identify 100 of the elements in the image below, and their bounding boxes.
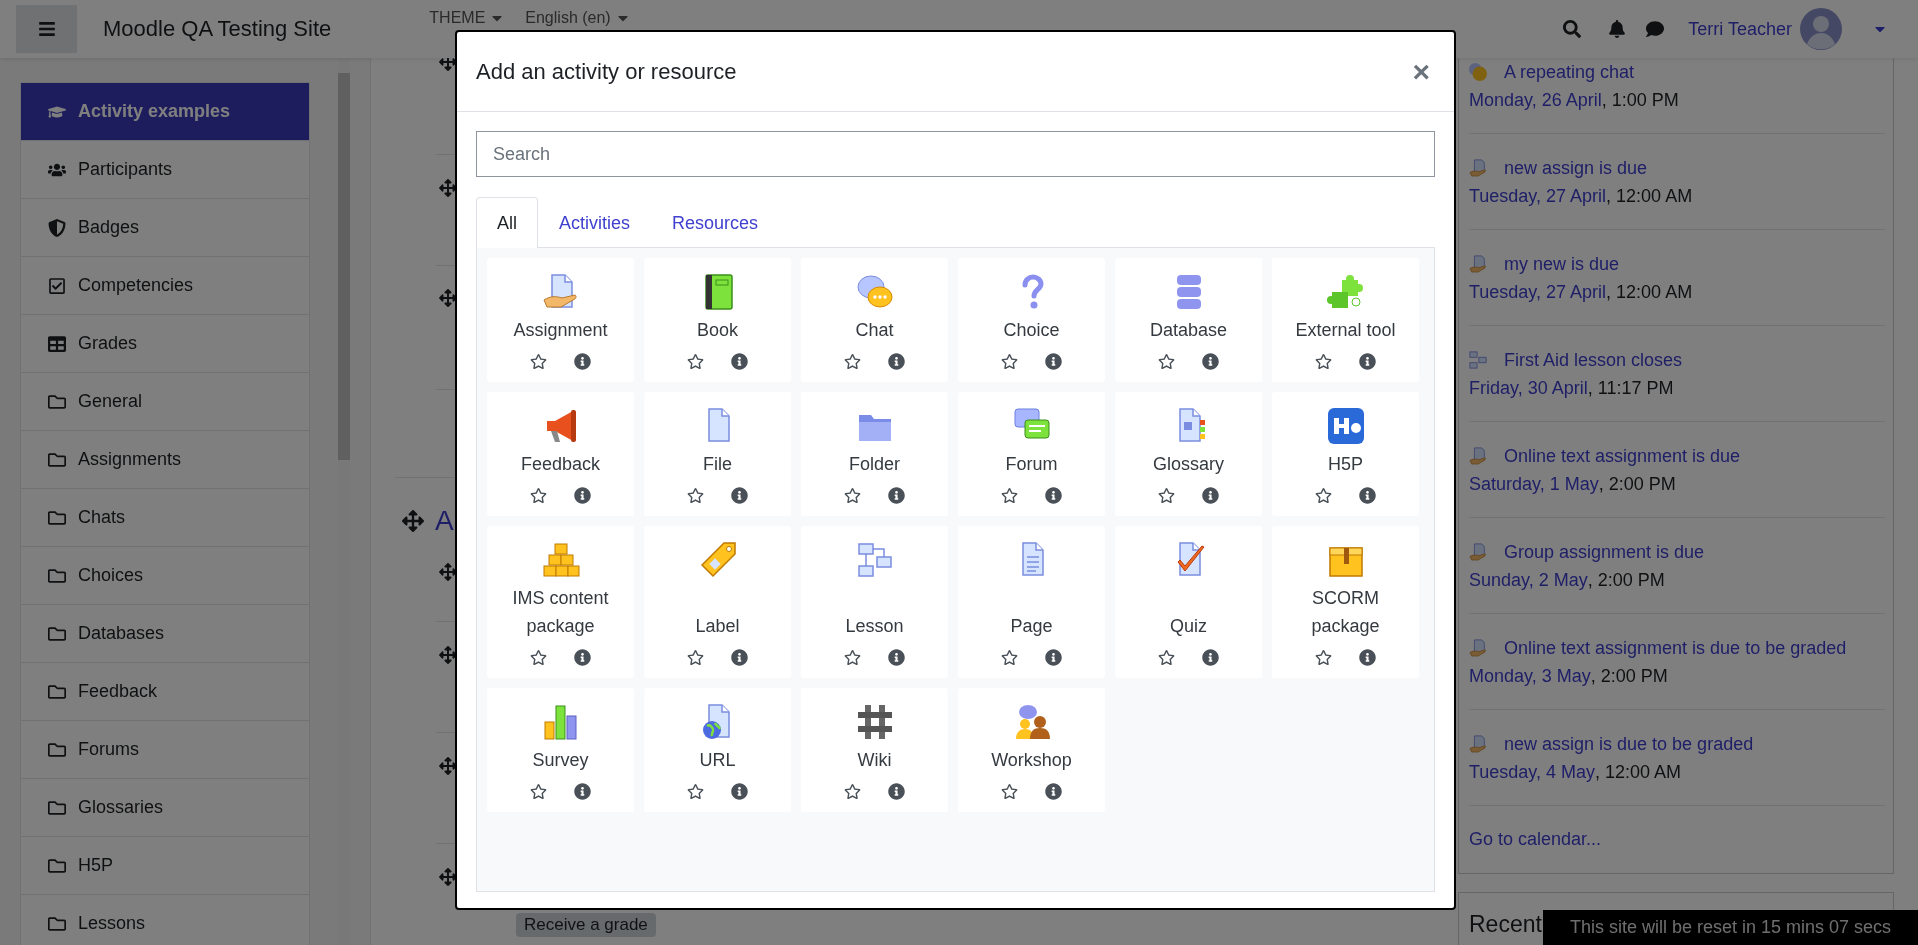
date-link[interactable]: Tuesday, 27 April	[1469, 185, 1607, 207]
search-field[interactable]: Search	[476, 131, 1435, 177]
tab[interactable]: All	[476, 197, 538, 248]
move-icon[interactable]	[439, 563, 457, 581]
event-link[interactable]: Online text assignment is due	[1504, 445, 1741, 467]
date-link[interactable]: Friday, 30 April	[1469, 377, 1588, 399]
module-card[interactable]: Forum	[958, 392, 1105, 516]
info-icon[interactable]	[574, 487, 591, 504]
module-card[interactable]: Lesson	[801, 526, 948, 678]
module-card[interactable]: Glossary	[1115, 392, 1262, 516]
star-icon[interactable]	[844, 783, 861, 800]
nav-item[interactable]: General	[20, 372, 310, 431]
module-card[interactable]: Assignment	[487, 258, 634, 382]
nav-item[interactable]: Feedback	[20, 662, 310, 721]
move-icon[interactable]	[439, 757, 457, 775]
dropdown-menu[interactable]: English (en)	[525, 9, 631, 27]
module-card[interactable]: Workshop	[958, 688, 1105, 812]
info-icon[interactable]	[731, 353, 748, 370]
date-link[interactable]: Tuesday, 4 May	[1469, 761, 1596, 783]
module-card[interactable]: Wiki	[801, 688, 948, 812]
module-card[interactable]: Survey	[487, 688, 634, 812]
module-card[interactable]: Quiz	[1115, 526, 1262, 678]
star-icon[interactable]	[530, 353, 547, 370]
nav-item[interactable]: H5P	[20, 836, 310, 895]
menu-button[interactable]	[16, 5, 77, 53]
module-card[interactable]: H5P	[1272, 392, 1419, 516]
module-card[interactable]: Database	[1115, 258, 1262, 382]
star-icon[interactable]	[1315, 487, 1332, 504]
star-icon[interactable]	[530, 783, 547, 800]
star-icon[interactable]	[844, 487, 861, 504]
search-icon[interactable]	[1563, 20, 1582, 38]
nav-item[interactable]: Badges	[20, 198, 310, 257]
module-card[interactable]: Choice	[958, 258, 1105, 382]
user-name[interactable]: Terri Teacher	[1688, 18, 1792, 40]
module-card[interactable]: Book	[644, 258, 791, 382]
move-icon[interactable]	[402, 510, 424, 532]
star-icon[interactable]	[1158, 353, 1175, 370]
module-card[interactable]: URL	[644, 688, 791, 812]
event-link[interactable]: A repeating chat	[1504, 61, 1635, 83]
nav-item[interactable]: Glossaries	[20, 778, 310, 837]
module-card[interactable]: Chat	[801, 258, 948, 382]
event-link[interactable]: my new is due	[1504, 253, 1620, 275]
bell-icon[interactable]	[1608, 20, 1627, 38]
info-icon[interactable]	[731, 649, 748, 666]
module-card[interactable]: File	[644, 392, 791, 516]
move-icon[interactable]	[439, 179, 457, 197]
star-icon[interactable]	[1001, 649, 1018, 666]
star-icon[interactable]	[1158, 487, 1175, 504]
info-icon[interactable]	[731, 487, 748, 504]
date-link[interactable]: Saturday, 1 May	[1469, 473, 1599, 495]
module-card[interactable]: Label	[644, 526, 791, 678]
nav-item[interactable]: Forums	[20, 720, 310, 779]
event-link[interactable]: new assign is due to be graded	[1504, 733, 1754, 755]
nav-item[interactable]: Choices	[20, 546, 310, 605]
nav-item[interactable]: Lessons	[20, 894, 310, 945]
move-icon[interactable]	[439, 646, 457, 664]
tab[interactable]: Activities	[538, 197, 652, 248]
nav-item[interactable]: Competencies	[20, 256, 310, 315]
info-icon[interactable]	[1359, 353, 1376, 370]
info-icon[interactable]	[574, 353, 591, 370]
module-card[interactable]: Feedback	[487, 392, 634, 516]
star-icon[interactable]	[1001, 487, 1018, 504]
event-link[interactable]: Group assignment is due	[1504, 541, 1705, 563]
nav-item[interactable]: Participants	[20, 140, 310, 199]
nav-item[interactable]: Assignments	[20, 430, 310, 489]
module-card[interactable]: Page	[958, 526, 1105, 678]
module-card[interactable]: IMS content package	[487, 526, 634, 678]
star-icon[interactable]	[1315, 353, 1332, 370]
date-link[interactable]: Monday, 26 April	[1469, 89, 1602, 111]
calendar-link[interactable]: Go to calendar...	[1469, 806, 1883, 873]
module-card[interactable]: SCORM package	[1272, 526, 1419, 678]
star-icon[interactable]	[687, 783, 704, 800]
nav-item[interactable]: Databases	[20, 604, 310, 663]
info-icon[interactable]	[574, 649, 591, 666]
tab[interactable]: Resources	[651, 197, 780, 248]
info-icon[interactable]	[1359, 649, 1376, 666]
move-icon[interactable]	[439, 289, 457, 307]
date-link[interactable]: Sunday, 2 May	[1469, 569, 1588, 591]
star-icon[interactable]	[1001, 353, 1018, 370]
date-link[interactable]: Tuesday, 27 April	[1469, 281, 1607, 303]
event-link[interactable]: new assign is due	[1504, 157, 1648, 179]
date-link[interactable]: Monday, 3 May	[1469, 665, 1591, 687]
star-icon[interactable]	[1158, 649, 1175, 666]
star-icon[interactable]	[1001, 783, 1018, 800]
dropdown-menu[interactable]: THEME	[429, 9, 506, 27]
close-button[interactable]: ×	[1408, 56, 1434, 87]
info-icon[interactable]	[1045, 487, 1062, 504]
info-icon[interactable]	[731, 783, 748, 800]
info-icon[interactable]	[888, 649, 905, 666]
info-icon[interactable]	[1045, 353, 1062, 370]
chat-icon[interactable]	[1646, 20, 1665, 38]
star-icon[interactable]	[687, 353, 704, 370]
event-link[interactable]: Online text assignment is due to be graded	[1504, 637, 1847, 659]
star-icon[interactable]	[530, 649, 547, 666]
star-icon[interactable]	[687, 487, 704, 504]
nav-item[interactable]: Activity examples	[20, 82, 310, 141]
star-icon[interactable]	[530, 487, 547, 504]
module-card[interactable]: Folder	[801, 392, 948, 516]
info-icon[interactable]	[888, 783, 905, 800]
info-icon[interactable]	[574, 783, 591, 800]
